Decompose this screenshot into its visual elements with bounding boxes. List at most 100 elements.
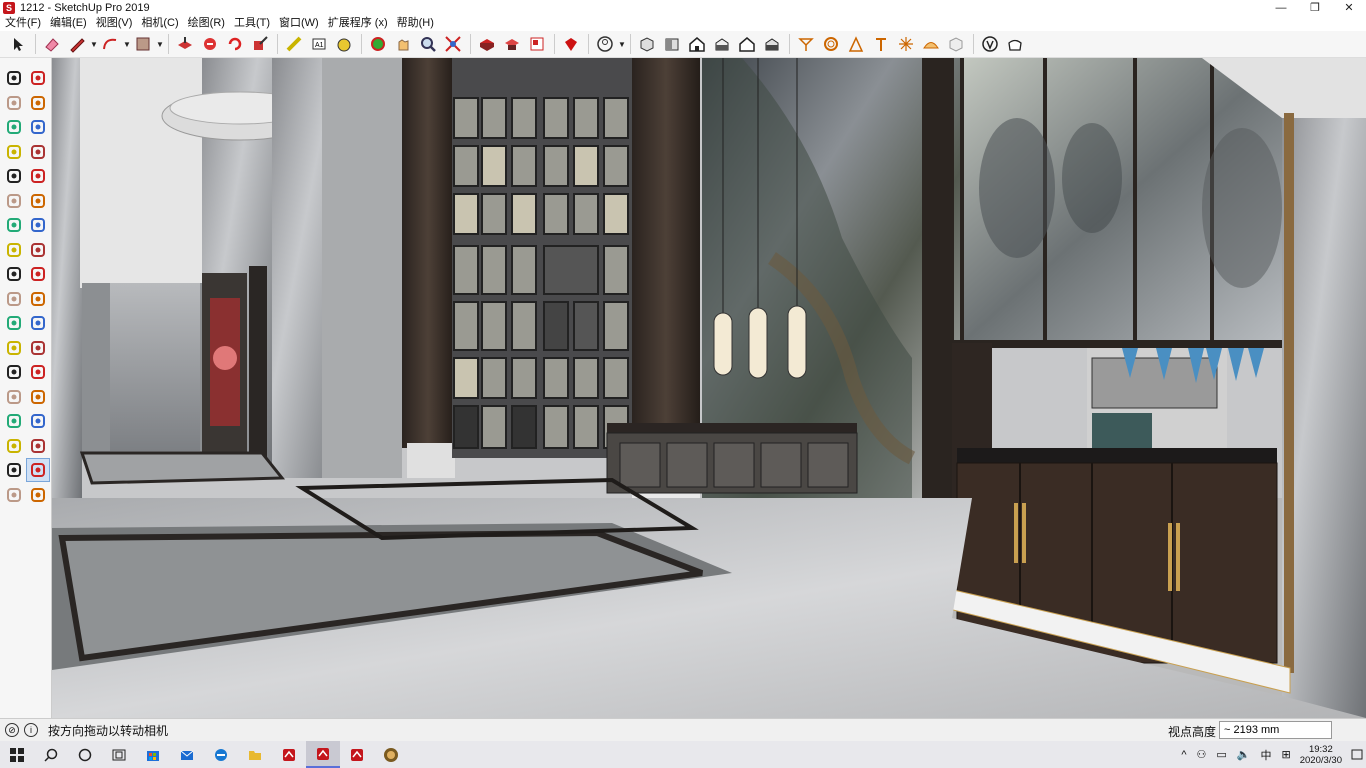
- offset-icon[interactable]: [26, 287, 50, 311]
- line-icon[interactable]: [2, 115, 26, 139]
- extension-warehouse-icon[interactable]: [500, 32, 524, 56]
- position-camera-icon[interactable]: [2, 458, 26, 482]
- eraser-icon[interactable]: [40, 32, 64, 56]
- people-icon[interactable]: ⚇: [1197, 748, 1207, 761]
- rectangle-icon[interactable]: [2, 140, 26, 164]
- previous-view-icon[interactable]: [26, 434, 50, 458]
- scale-icon[interactable]: [248, 32, 272, 56]
- rotated-rect-icon[interactable]: [26, 140, 50, 164]
- eraser-icon[interactable]: [26, 91, 50, 115]
- circle-icon[interactable]: [2, 164, 26, 188]
- app-taskbar-icon[interactable]: [374, 741, 408, 768]
- style-icon[interactable]: [869, 32, 893, 56]
- warehouse-icon[interactable]: [475, 32, 499, 56]
- sketchup-active-taskbar-icon[interactable]: [306, 741, 340, 768]
- right-view-icon[interactable]: [710, 32, 734, 56]
- task-view-icon[interactable]: [102, 741, 136, 768]
- section-plane-icon[interactable]: [26, 483, 50, 507]
- select-icon[interactable]: [2, 66, 26, 90]
- follow-me-icon[interactable]: [26, 262, 50, 286]
- rotate-icon[interactable]: [2, 262, 26, 286]
- measurements-input[interactable]: [1219, 721, 1332, 739]
- network-icon[interactable]: ▭: [1216, 748, 1226, 761]
- geo-location-icon[interactable]: ⊘: [5, 723, 19, 737]
- move-icon[interactable]: [2, 238, 26, 262]
- store-icon[interactable]: [136, 741, 170, 768]
- monochrome-icon[interactable]: [1003, 32, 1027, 56]
- ime-indicator[interactable]: 中: [1261, 747, 1272, 763]
- menu-tools[interactable]: 工具(T): [229, 16, 274, 30]
- freehand-icon[interactable]: [26, 115, 50, 139]
- chevron-down-icon[interactable]: ▼: [123, 32, 131, 56]
- orbit-icon[interactable]: [2, 385, 26, 409]
- chevron-down-icon[interactable]: ▼: [90, 32, 98, 56]
- menu-file[interactable]: 文件(F): [0, 16, 45, 30]
- paint-bucket-icon[interactable]: [2, 91, 26, 115]
- orbit-icon[interactable]: [366, 32, 390, 56]
- dimension-icon[interactable]: [26, 311, 50, 335]
- component-icon[interactable]: [844, 32, 868, 56]
- hidden-line-icon[interactable]: [919, 32, 943, 56]
- sketchup-taskbar-icon[interactable]: [272, 741, 306, 768]
- minimize-button[interactable]: —: [1264, 0, 1298, 16]
- rectangle-icon[interactable]: [131, 32, 155, 56]
- layout-icon[interactable]: [525, 32, 549, 56]
- paint-bucket-icon[interactable]: [332, 32, 356, 56]
- menu-camera[interactable]: 相机(C): [136, 16, 182, 30]
- polygon-icon[interactable]: [26, 164, 50, 188]
- clock[interactable]: 19:32 2020/3/30: [1300, 744, 1342, 766]
- menu-help[interactable]: 帮助(H): [392, 16, 438, 30]
- notification-icon[interactable]: [1348, 741, 1366, 768]
- xray-icon[interactable]: [894, 32, 918, 56]
- chevron-up-icon[interactable]: ^: [1181, 749, 1186, 761]
- zoom-icon[interactable]: [416, 32, 440, 56]
- chevron-down-icon[interactable]: ▼: [156, 32, 164, 56]
- mail-icon[interactable]: [170, 741, 204, 768]
- tape-measure-icon[interactable]: [282, 32, 306, 56]
- 3d-viewport[interactable]: [52, 58, 1366, 718]
- 3d-text-icon[interactable]: [26, 360, 50, 384]
- component-icon[interactable]: [26, 66, 50, 90]
- pencil-icon[interactable]: [65, 32, 89, 56]
- shaded-icon[interactable]: [944, 32, 968, 56]
- sketchup-second-taskbar-icon[interactable]: [340, 741, 374, 768]
- push-pull-icon[interactable]: [26, 238, 50, 262]
- windows-start-icon[interactable]: [0, 741, 34, 768]
- section-plane-icon[interactable]: [794, 32, 818, 56]
- pan-icon[interactable]: [26, 385, 50, 409]
- three-point-arc-icon[interactable]: [26, 213, 50, 237]
- front-view-icon[interactable]: [685, 32, 709, 56]
- text-icon[interactable]: [26, 336, 50, 360]
- pie-icon[interactable]: [26, 189, 50, 213]
- textured-icon[interactable]: [978, 32, 1002, 56]
- zoom-extents-icon[interactable]: [441, 32, 465, 56]
- ruby-icon[interactable]: [559, 32, 583, 56]
- follow-me-icon[interactable]: [198, 32, 222, 56]
- top-view-icon[interactable]: [660, 32, 684, 56]
- menu-view[interactable]: 视图(V): [91, 16, 137, 30]
- zoom-window-icon[interactable]: [26, 409, 50, 433]
- file-explorer-icon[interactable]: [238, 741, 272, 768]
- rotate-icon[interactable]: [223, 32, 247, 56]
- iso-view-icon[interactable]: [635, 32, 659, 56]
- protractor-icon[interactable]: [2, 336, 26, 360]
- text-icon[interactable]: A1: [307, 32, 331, 56]
- menu-draw[interactable]: 绘图(R): [183, 16, 229, 30]
- arc-icon[interactable]: [98, 32, 122, 56]
- account-icon[interactable]: [593, 32, 617, 56]
- close-button[interactable]: ✕: [1332, 0, 1366, 16]
- push-pull-icon[interactable]: [173, 32, 197, 56]
- menu-edit[interactable]: 编辑(E): [45, 16, 91, 30]
- arc-icon[interactable]: [2, 189, 26, 213]
- chevron-down-icon[interactable]: ▼: [618, 32, 626, 56]
- maximize-button[interactable]: ❐: [1298, 0, 1332, 16]
- instructor-info-icon[interactable]: i: [24, 723, 38, 737]
- zoom-extents-icon[interactable]: [2, 434, 26, 458]
- search-icon[interactable]: [34, 741, 68, 768]
- scale-icon[interactable]: [2, 287, 26, 311]
- volume-icon[interactable]: 🔈: [1237, 748, 1251, 761]
- tape-measure-icon[interactable]: [2, 311, 26, 335]
- menu-extensions[interactable]: 扩展程序 (x): [323, 16, 392, 30]
- cortana-icon[interactable]: [68, 741, 102, 768]
- select-icon[interactable]: [6, 32, 30, 56]
